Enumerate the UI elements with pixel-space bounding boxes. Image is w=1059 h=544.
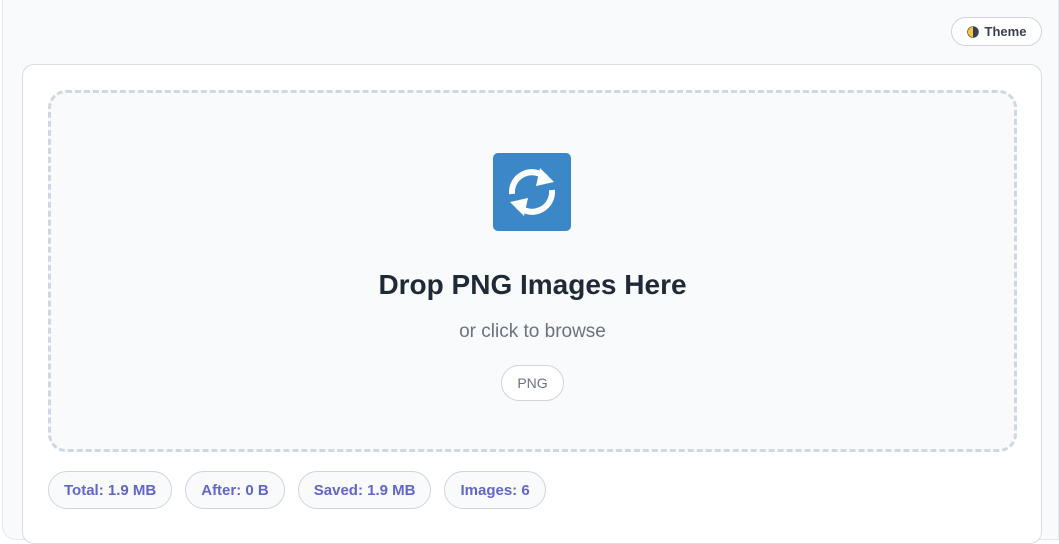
refresh-arrows-icon xyxy=(493,153,571,231)
app-page: Theme Drop PNG Images Here or click to b… xyxy=(2,0,1059,544)
half-circle-icon xyxy=(966,25,979,38)
theme-toggle-button[interactable]: Theme xyxy=(951,17,1042,46)
stat-images: Images: 6 xyxy=(444,471,546,509)
stat-total: Total: 1.9 MB xyxy=(48,471,173,509)
format-chip-png: PNG xyxy=(501,365,564,401)
theme-label: Theme xyxy=(984,24,1027,39)
stat-saved: Saved: 1.9 MB xyxy=(297,471,432,509)
file-dropzone[interactable]: Drop PNG Images Here or click to browse … xyxy=(48,90,1017,452)
dropzone-title: Drop PNG Images Here xyxy=(378,269,687,300)
dropzone-subtitle: or click to browse xyxy=(459,321,606,342)
stats-bar: Total: 1.9 MB After: 0 B Saved: 1.9 MB I… xyxy=(48,471,546,509)
stat-after: After: 0 B xyxy=(185,471,285,509)
upload-card: Drop PNG Images Here or click to browse … xyxy=(22,64,1042,544)
